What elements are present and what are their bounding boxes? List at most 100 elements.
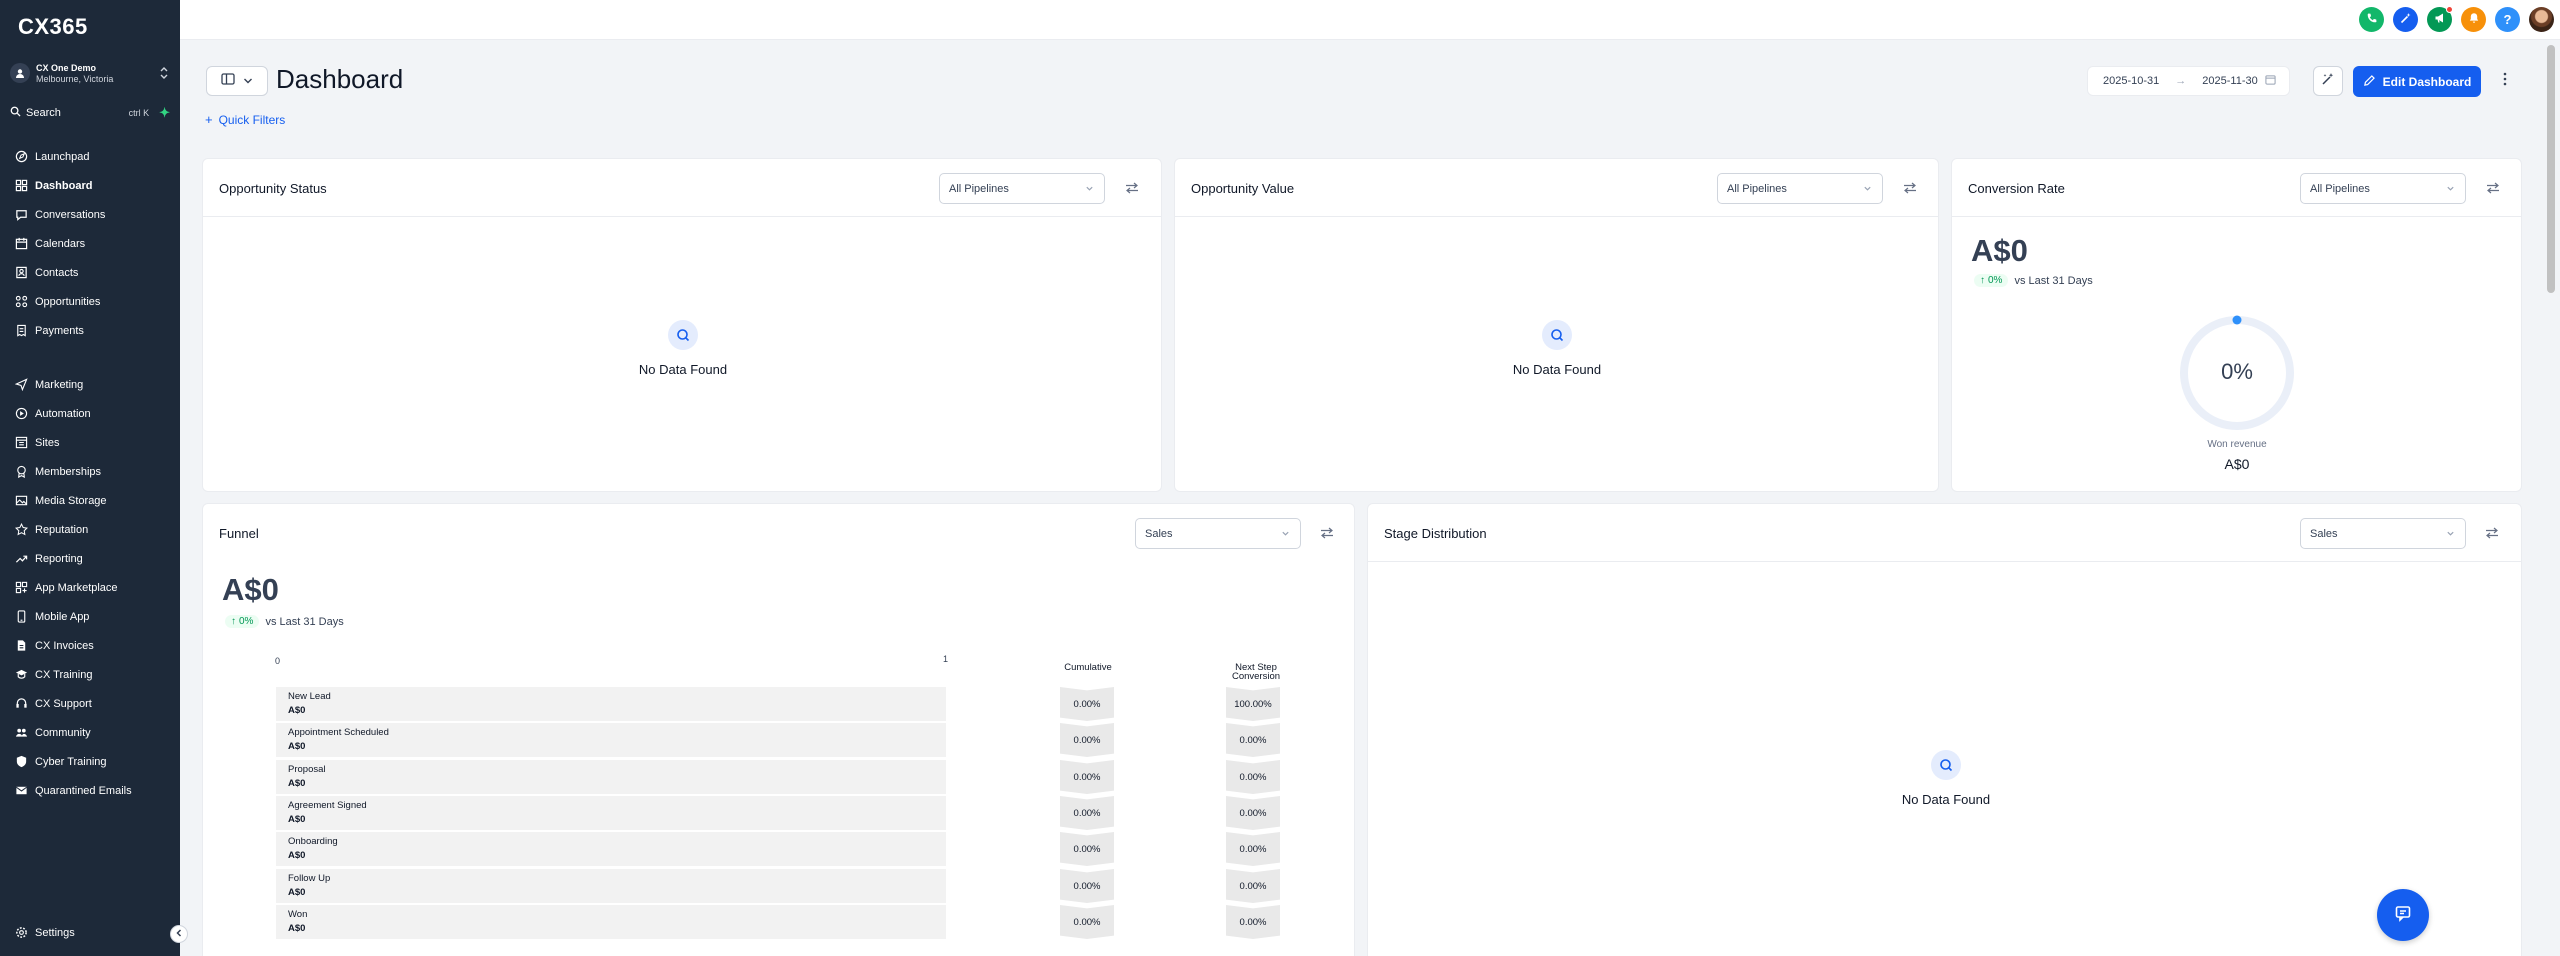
date-range-picker[interactable]: 2025-10-31 → 2025-11-30 [2087,66,2290,96]
sidebar-item-label: Cyber Training [35,755,107,768]
swap-icon[interactable] [1125,181,1141,195]
edit-dashboard-button[interactable]: Edit Dashboard [2353,66,2481,97]
collapse-sidebar-button[interactable] [170,925,188,943]
pipeline-select[interactable]: All Pipelines [1717,173,1883,204]
sidebar-item-launchpad[interactable]: Launchpad [0,142,180,171]
funnel-cumulative-cell: 0.00% [1060,905,1114,939]
mail-icon [14,784,28,798]
funnel-stage-amount: A$0 [288,814,306,825]
sidebar-item-label: CX Support [35,697,92,710]
sidebar-item-cx-training[interactable]: CX Training [0,660,180,689]
swap-icon[interactable] [1320,526,1336,540]
page-scrollbar[interactable] [2547,45,2555,293]
chevron-down-icon [2446,184,2455,196]
send-icon [14,378,28,392]
funnel-stage-row: New Lead A$0 [276,687,946,721]
calendar-icon [2265,74,2276,88]
conversion-rate-card: Conversion Rate All Pipelines A$0 ↑ 0% vs… [1951,158,2522,492]
card-title: Opportunity Value [1191,181,1295,196]
layout-switcher-button[interactable] [206,66,268,96]
quick-add-icon[interactable]: ✦ [159,105,170,121]
sidebar-item-settings[interactable]: Settings [0,918,180,947]
pipeline-select[interactable]: Sales [1135,518,1301,549]
phone-button[interactable] [2359,7,2384,32]
search-icon [1542,320,1572,350]
sidebar-item-label: App Marketplace [35,581,118,594]
account-switcher[interactable]: CX One Demo Melbourne, Victoria [10,58,170,88]
chevron-down-icon [1863,184,1872,196]
sidebar-item-cx-invoices[interactable]: CX Invoices [0,631,180,660]
contacts-icon [14,266,28,280]
sidebar-item-label: Settings [35,926,75,939]
calendar-icon [14,237,28,251]
pipeline-select[interactable]: All Pipelines [939,173,1105,204]
sidebar-item-calendars[interactable]: Calendars [0,229,180,258]
announcements-button[interactable] [2427,6,2453,32]
sidebar-item-reputation[interactable]: Reputation [0,515,180,544]
funnel-stage-row: Follow Up A$0 [276,869,946,903]
funnel-next-step-cell: 0.00% [1226,832,1280,866]
help-button[interactable]: ? [2495,7,2520,32]
funnel-cumulative-cell: 0.00% [1060,723,1114,757]
funnel-stage-name: Proposal [288,764,326,775]
layout-icon [221,72,235,90]
sidebar-item-label: Launchpad [35,150,90,163]
sidebar-item-sites[interactable]: Sites [0,428,180,457]
sidebar-item-app-marketplace[interactable]: App Marketplace [0,573,180,602]
chevron-down-icon [243,72,253,90]
pipeline-select[interactable]: Sales [2300,518,2466,549]
app-logo[interactable]: CX365 [18,14,88,40]
pipeline-select[interactable]: All Pipelines [2300,173,2466,204]
sidebar-item-media-storage[interactable]: Media Storage [0,486,180,515]
funnel-next-step-cell: 0.00% [1226,796,1280,830]
swap-icon[interactable] [2486,181,2502,195]
date-start[interactable]: 2025-10-31 [2103,75,2159,87]
quick-filters-button[interactable]: + Quick Filters [205,112,285,127]
sidebar-item-reporting[interactable]: Reporting [0,544,180,573]
sidebar-item-memberships[interactable]: Memberships [0,457,180,486]
sidebar-nav-secondary: Marketing Automation Sites Memberships M… [0,370,180,805]
automation-icon [14,407,28,421]
sidebar-item-marketing[interactable]: Marketing [0,370,180,399]
sidebar-item-payments[interactable]: Payments [0,316,180,345]
phone-icon [2366,11,2378,29]
swap-icon[interactable] [1903,181,1919,195]
sidebar-item-dashboard[interactable]: Dashboard [0,171,180,200]
date-end[interactable]: 2025-11-30 [2202,75,2257,87]
sidebar-item-contacts[interactable]: Contacts [0,258,180,287]
sidebar-item-community[interactable]: Community [0,718,180,747]
sidebar-item-cx-support[interactable]: CX Support [0,689,180,718]
sidebar-item-opportunities[interactable]: Opportunities [0,287,180,316]
star-icon [14,523,28,537]
sidebar-item-label: CX Training [35,668,93,681]
chat-icon [14,208,28,222]
cumulative-header: Cumulative [1064,662,1112,673]
funnel-stage-name: Won [288,909,308,920]
sidebar-item-conversations[interactable]: Conversations [0,200,180,229]
empty-text: No Data Found [1512,362,1602,377]
sidebar-item-quarantined-emails[interactable]: Quarantined Emails [0,776,180,805]
select-value: All Pipelines [949,182,1009,195]
edit-dashboard-label: Edit Dashboard [2382,74,2472,89]
empty-text: No Data Found [1901,792,1991,807]
swap-icon[interactable] [2485,526,2501,540]
more-options-button[interactable] [2497,70,2513,92]
sidebar-item-automation[interactable]: Automation [0,399,180,428]
sidebar-item-label: Community [35,726,91,739]
chevron-left-icon [174,925,184,943]
search-icon [10,106,21,120]
user-avatar[interactable] [2529,7,2554,32]
memberships-icon [14,465,28,479]
sidebar-item-mobile-app[interactable]: Mobile App [0,602,180,631]
select-value: All Pipelines [1727,182,1787,195]
support-icon [14,697,28,711]
notifications-button[interactable] [2461,7,2486,32]
funnel-stage-row: Onboarding A$0 [276,832,946,866]
ai-insights-button[interactable] [2313,66,2343,96]
quick-actions-button[interactable] [2393,7,2418,32]
sidebar-item-cyber-training[interactable]: Cyber Training [0,747,180,776]
funnel-stage-amount: A$0 [288,778,306,789]
sidebar-search[interactable]: Search ctrl K ✦ [10,104,170,122]
marketplace-icon [14,581,28,595]
chat-widget-button[interactable] [2377,889,2429,941]
